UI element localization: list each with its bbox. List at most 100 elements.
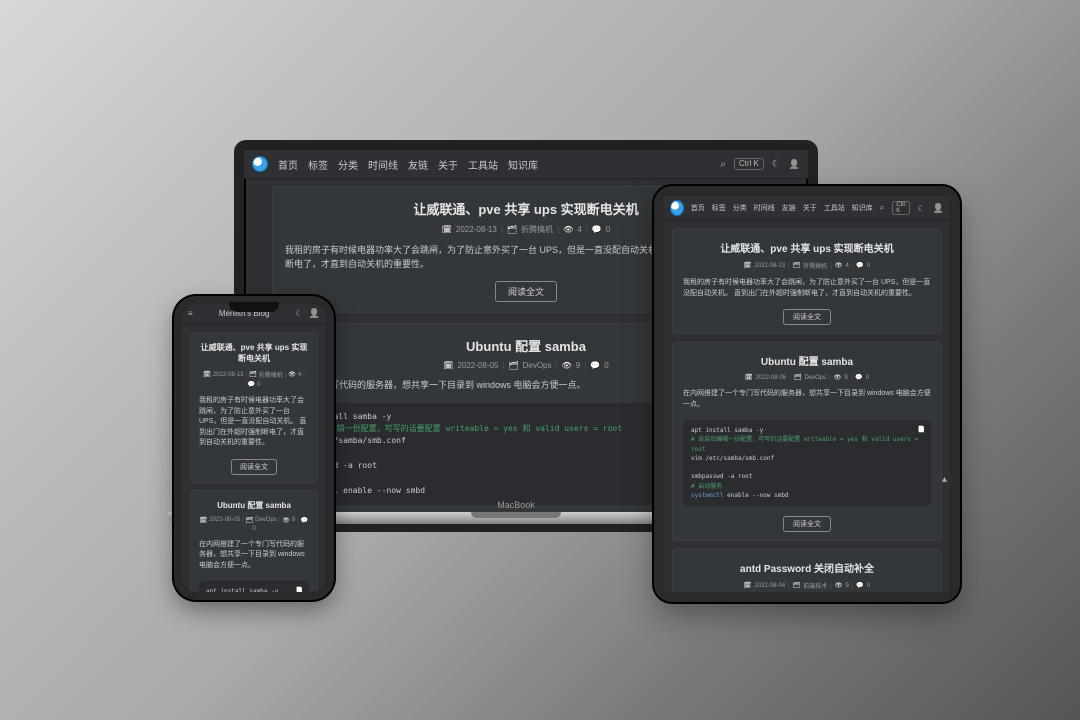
hamburger-icon[interactable] — [188, 309, 193, 318]
post-comments: 0 — [606, 225, 610, 234]
nav-wiki[interactable]: 知识库 — [508, 157, 538, 172]
nav-links[interactable]: 友链 — [782, 203, 796, 213]
scroll-up-icon[interactable]: ▴ — [942, 474, 947, 485]
site-logo[interactable] — [670, 200, 684, 216]
phone-device: Mereith's Blog 让威联通、pve 共享 ups 实现断电关机 20… — [174, 296, 334, 600]
read-more-button[interactable]: 阅读全文 — [495, 281, 557, 302]
comment-icon — [856, 582, 863, 589]
nav-home[interactable]: 首页 — [278, 157, 298, 172]
read-more-button[interactable]: 阅读全文 — [783, 516, 831, 532]
topbar-utils: Ctrl K — [880, 201, 944, 215]
phone-screen: Mereith's Blog 让威联通、pve 共享 ups 实现断电关机 20… — [182, 304, 326, 592]
nav-tools[interactable]: 工具站 — [468, 157, 498, 172]
code-block: apt install samba -y # 安装后编辑一份配置，可写的话要配置… — [199, 581, 309, 592]
post-date: 2022-08-04 — [754, 583, 785, 589]
post-category[interactable]: 折腾搞机 — [259, 370, 283, 379]
user-icon[interactable] — [789, 159, 800, 170]
eye-icon — [288, 371, 296, 378]
tablet-screen: 首页 标签 分类 时间线 友链 关于 工具站 知识库 Ctrl K — [664, 196, 950, 592]
user-icon[interactable] — [309, 308, 320, 319]
post-list: 让威联通、pve 共享 ups 实现断电关机 2022-08-13| 折腾搞机|… — [182, 324, 326, 592]
post-card: antd Password 关闭自动补全 2022-08-04| 前端技术| 9… — [672, 549, 942, 592]
nav-tags[interactable]: 标签 — [308, 157, 328, 172]
user-icon[interactable] — [933, 203, 944, 214]
post-title[interactable]: antd Password 关闭自动补全 — [683, 560, 931, 575]
code-block: apt install samba -y # 安装后编辑一份配置，可写的话要配置… — [683, 420, 931, 506]
post-views: 4 — [577, 225, 581, 234]
theme-toggle-icon[interactable] — [918, 204, 925, 213]
calendar-icon — [203, 371, 211, 378]
post-category[interactable]: DevOps — [523, 361, 552, 370]
post-category[interactable]: DevOps — [255, 517, 277, 523]
read-more-button[interactable]: 阅读全文 — [783, 309, 831, 325]
folder-icon — [507, 225, 517, 234]
post-comments: 0 — [604, 361, 608, 370]
post-category[interactable]: 折腾搞机 — [803, 261, 827, 270]
nav-tools[interactable]: 工具站 — [824, 203, 845, 213]
comment-icon — [590, 361, 600, 370]
laptop-brand: MacBook — [497, 500, 535, 510]
calendar-icon — [200, 517, 208, 524]
topbar-utils: Ctrl K — [720, 158, 800, 170]
nav-about[interactable]: 关于 — [803, 203, 817, 213]
nav-about[interactable]: 关于 — [438, 157, 458, 172]
copy-icon[interactable] — [296, 586, 303, 592]
post-list: 让威联通、pve 共享 ups 实现断电关机 2022-08-13| 折腾搞机|… — [664, 221, 950, 592]
nav-home[interactable]: 首页 — [691, 203, 705, 213]
post-category[interactable]: DevOps — [804, 375, 826, 381]
post-comments: 0 — [866, 375, 869, 381]
code-line: apt install samba -y — [691, 426, 923, 435]
nav-category[interactable]: 分类 — [338, 157, 358, 172]
search-shortcut[interactable]: Ctrl K — [892, 201, 909, 215]
post-date: 2022-08-05 — [209, 517, 240, 523]
calendar-icon — [443, 361, 453, 370]
post-views: 4 — [845, 263, 848, 269]
eye-icon — [563, 225, 573, 234]
comment-icon — [301, 517, 308, 524]
nav-links[interactable]: 友链 — [408, 157, 428, 172]
post-title[interactable]: Ubuntu 配置 samba — [199, 500, 309, 511]
nav-wiki[interactable]: 知识库 — [852, 203, 873, 213]
post-title[interactable]: 让威联通、pve 共享 ups 实现断电关机 — [683, 240, 931, 255]
post-category[interactable]: 折腾搞机 — [521, 224, 553, 235]
nav-tags[interactable]: 标签 — [712, 203, 726, 213]
post-date: 2022-08-13 — [213, 372, 244, 378]
post-title[interactable]: 让威联通、pve 共享 ups 实现断电关机 — [199, 342, 309, 364]
post-views: 9 — [576, 361, 580, 370]
post-card: Ubuntu 配置 samba 2022-08-05| DevOps| 9| 0… — [672, 342, 942, 541]
code-line — [691, 463, 923, 472]
theme-toggle-icon[interactable] — [296, 309, 303, 318]
folder-icon — [793, 262, 801, 269]
post-meta: 2022-08-05| DevOps| 9| 0 — [199, 517, 309, 532]
post-category[interactable]: 前端技术 — [803, 581, 827, 590]
search-icon[interactable] — [720, 159, 726, 170]
read-more-button[interactable]: 阅读全文 — [231, 459, 277, 475]
copy-icon[interactable] — [918, 425, 925, 434]
search-shortcut[interactable]: Ctrl K — [734, 158, 764, 170]
calendar-icon — [744, 262, 752, 269]
post-meta: 2022-08-13| 折腾搞机| 4| 0 — [683, 261, 931, 270]
folder-icon — [794, 374, 802, 381]
nav-timeline[interactable]: 时间线 — [368, 157, 398, 172]
theme-toggle-icon[interactable] — [772, 159, 781, 170]
eye-icon — [835, 582, 843, 589]
code-line: # 安装后编辑一份配置，可写的话要配置 writeable = yes 和 va… — [691, 435, 923, 454]
search-icon[interactable] — [880, 203, 884, 213]
eye-icon — [834, 374, 842, 381]
code-line: apt install samba -y — [206, 587, 302, 592]
post-card: 让威联通、pve 共享 ups 实现断电关机 2022-08-13| 折腾搞机|… — [190, 332, 318, 483]
phone-notch — [229, 302, 279, 312]
nav-timeline[interactable]: 时间线 — [754, 203, 775, 213]
post-comments: 0 — [867, 263, 870, 269]
post-meta: 2022-08-04| 前端技术| 9| 0 — [683, 581, 931, 590]
site-logo[interactable] — [252, 156, 268, 172]
post-title[interactable]: Ubuntu 配置 samba — [683, 353, 931, 368]
tablet-device: 首页 标签 分类 时间线 友链 关于 工具站 知识库 Ctrl K — [654, 186, 960, 602]
comment-icon — [856, 262, 863, 269]
nav-category[interactable]: 分类 — [733, 203, 747, 213]
comment-icon — [248, 381, 255, 388]
folder-icon — [793, 582, 801, 589]
post-views: 9 — [845, 583, 848, 589]
eye-icon — [562, 361, 572, 370]
post-comments: 0 — [867, 583, 870, 589]
